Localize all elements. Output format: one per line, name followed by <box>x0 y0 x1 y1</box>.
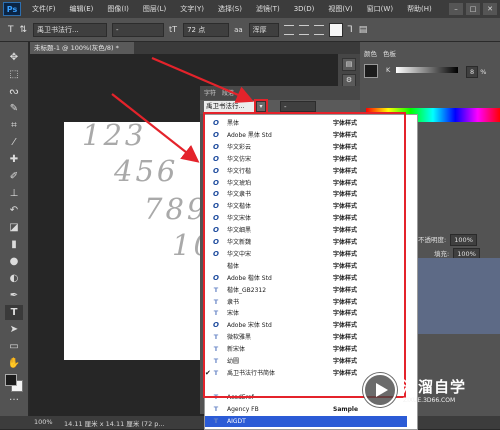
photoshop-logo: Ps <box>3 2 21 16</box>
k-channel-value[interactable]: 8 % <box>464 66 486 78</box>
pen-tool-icon[interactable]: ✒ <box>5 288 23 303</box>
font-list-item[interactable]: T AIGDT <box>205 415 407 427</box>
dodge-tool-icon[interactable]: ◐ <box>5 271 23 286</box>
move-tool-icon[interactable]: ✥ <box>5 50 23 65</box>
antialias-select[interactable]: 浑厚 <box>248 22 279 37</box>
orientation-toggle-icon[interactable]: ⇅ <box>20 25 28 35</box>
tools-panel: ✥ ⬚ ᔓ ✎ ⌗ ⁄ ✚ ✐ ⊥ ↶ ◪ ▮ ● ◐ ✒ T ➤ ▭ ✋ ⌕ … <box>0 42 29 416</box>
text-color-swatch[interactable] <box>328 22 343 37</box>
menu-image[interactable]: 图像(I) <box>100 4 136 14</box>
font-size-icon: tT <box>169 25 178 34</box>
font-name: AIGDT <box>227 417 246 425</box>
align-left-icon[interactable] <box>283 24 294 35</box>
menu-filter[interactable]: 滤镜(T) <box>249 4 287 14</box>
canvas-text-line: 789 <box>144 192 209 226</box>
history-panel-icon[interactable]: ▤ <box>342 58 356 71</box>
character-font-style-select[interactable]: - <box>280 101 316 112</box>
menu-bar: Ps 文件(F) 编辑(E) 图像(I) 图层(L) 文字(Y) 选择(S) 滤… <box>0 0 500 18</box>
truetype-font-icon: T <box>213 416 219 425</box>
shape-tool-icon[interactable]: ▭ <box>5 339 23 354</box>
eraser-tool-icon[interactable]: ◪ <box>5 220 23 235</box>
character-panel-header: 字符 段落 <box>200 86 360 100</box>
clone-stamp-tool-icon[interactable]: ⊥ <box>5 186 23 201</box>
watermark: 溜溜自学 ZIXUE.3D66.COM <box>362 370 500 414</box>
canvas-text-line: 456 <box>114 154 179 188</box>
font-name: Agency FB <box>227 405 259 413</box>
close-button[interactable]: ✕ <box>483 3 497 15</box>
minimize-button[interactable]: – <box>449 3 463 15</box>
crop-tool-icon[interactable]: ⌗ <box>5 118 23 133</box>
tab-color[interactable]: 颜色 <box>364 48 377 58</box>
character-panel-toggle-icon[interactable]: ▤ <box>359 25 368 35</box>
type-tool-icon[interactable]: T <box>5 305 23 320</box>
watermark-url: ZIXUE.3D66.COM <box>403 397 456 404</box>
color-panel-tabs: 颜色 色板 <box>364 48 396 58</box>
window-controls: – □ ✕ <box>449 3 500 15</box>
foreground-color-swatch[interactable] <box>5 374 17 386</box>
document-info[interactable]: 14.11 厘米 x 14.11 厘米 (72 p... <box>64 418 165 428</box>
eyedropper-tool-icon[interactable]: ⁄ <box>5 135 23 150</box>
hand-tool-icon[interactable]: ✋ <box>5 356 23 371</box>
align-center-icon[interactable] <box>298 24 309 35</box>
font-family-select[interactable]: 禹卫书法行... <box>33 22 108 37</box>
canvas-text-line: 123 <box>82 122 147 152</box>
menu-help[interactable]: 帮助(H) <box>400 4 439 14</box>
menu-edit[interactable]: 编辑(E) <box>63 4 101 14</box>
zoom-level[interactable]: 100% <box>34 418 53 426</box>
menu-file[interactable]: 文件(F) <box>25 4 63 14</box>
menu-layer[interactable]: 图层(L) <box>136 4 173 14</box>
font-style-select[interactable]: - <box>112 22 165 37</box>
color-panel-swatch[interactable] <box>364 64 378 78</box>
lasso-tool-icon[interactable]: ᔓ <box>5 84 23 99</box>
menu-type[interactable]: 文字(Y) <box>173 4 211 14</box>
tab-paragraph[interactable]: 段落 <box>222 88 234 97</box>
quick-select-tool-icon[interactable]: ✎ <box>5 101 23 116</box>
menu-3d[interactable]: 3D(D) <box>287 5 322 13</box>
layers-list[interactable] <box>416 258 500 334</box>
path-select-tool-icon[interactable]: ➤ <box>5 322 23 337</box>
marquee-tool-icon[interactable]: ⬚ <box>5 67 23 82</box>
blur-tool-icon[interactable]: ● <box>5 254 23 269</box>
tab-swatches[interactable]: 色板 <box>383 48 396 58</box>
tab-character[interactable]: 字符 <box>204 88 216 97</box>
watermark-title: 溜溜自学 <box>402 378 467 396</box>
warp-text-icon[interactable]: Ꞁ <box>348 25 353 35</box>
watermark-logo <box>362 372 398 408</box>
brush-tool-icon[interactable]: ✐ <box>5 169 23 184</box>
menu-select[interactable]: 选择(S) <box>211 4 249 14</box>
font-sample: Sample <box>333 405 359 413</box>
type-tool-icon[interactable]: T <box>8 25 14 35</box>
maximize-button[interactable]: □ <box>466 3 480 15</box>
k-channel-label: K <box>386 66 391 74</box>
options-bar: T ⇅ 禹卫书法行... - tT 72 点 aa 浑厚 Ꞁ ▤ <box>0 18 500 42</box>
truetype-font-icon: T <box>213 404 219 413</box>
font-size-select[interactable]: 72 点 <box>183 22 230 37</box>
gradient-tool-icon[interactable]: ▮ <box>5 237 23 252</box>
menu-view[interactable]: 视图(V) <box>321 4 359 14</box>
document-tab[interactable]: 未标题-1 @ 100%(灰色/8) * <box>30 42 134 54</box>
k-channel-slider[interactable] <box>396 67 458 73</box>
menu-window[interactable]: 窗口(W) <box>360 4 400 14</box>
opacity-control[interactable]: 不透明度: 100% <box>418 234 477 246</box>
align-right-icon[interactable] <box>313 24 324 35</box>
history-brush-tool-icon[interactable]: ↶ <box>5 203 23 218</box>
healing-brush-tool-icon[interactable]: ✚ <box>5 152 23 167</box>
extra-tools-icon[interactable]: … <box>5 390 23 405</box>
font-list-highlight-box <box>203 112 406 398</box>
antialias-icon: aa <box>234 25 243 34</box>
